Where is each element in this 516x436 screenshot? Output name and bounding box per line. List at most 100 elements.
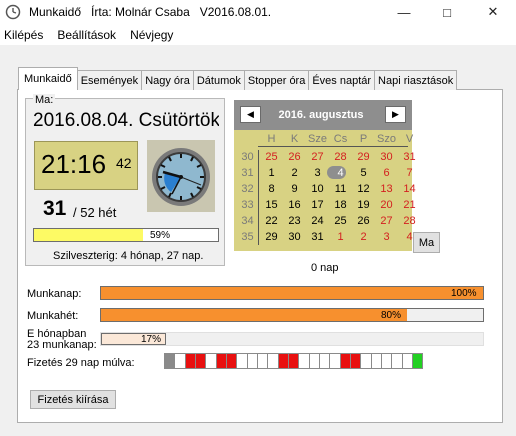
- new-year-countdown: Szilveszterig: 4 hónap, 27 nap.: [53, 250, 204, 262]
- calendar-day[interactable]: 4: [329, 167, 352, 179]
- digital-clock-time: 21:16: [41, 149, 107, 179]
- calendar-day[interactable]: 7: [398, 167, 421, 179]
- calendar-week-number: 30: [241, 151, 254, 163]
- month-progress-text: 17%: [141, 334, 162, 345]
- calendar-day[interactable]: 30: [283, 231, 306, 243]
- workday-progress-bar: 100%: [100, 286, 484, 300]
- menu-bar: Kilépés Beállítások Névjegy: [0, 24, 516, 45]
- workweek-label: Munkahét:: [27, 310, 79, 322]
- title-bar: Munkaidő Írta: Molnár Csaba V2016.08.01.…: [0, 0, 516, 24]
- minimize-button[interactable]: —: [384, 0, 424, 24]
- calendar-week-number: 34: [241, 215, 254, 227]
- workweek-progress-fill: [101, 309, 407, 321]
- tab-nagy-ora[interactable]: Nagy óra: [141, 70, 194, 90]
- calendar-day[interactable]: 6: [375, 167, 398, 179]
- calendar-day[interactable]: 16: [283, 199, 306, 211]
- menu-about[interactable]: Névjegy: [130, 28, 173, 42]
- calendar-day[interactable]: 24: [306, 215, 329, 227]
- app-icon: [5, 4, 21, 20]
- calendar-day[interactable]: 15: [260, 199, 283, 211]
- calendar-day[interactable]: 29: [260, 231, 283, 243]
- calendar-day[interactable]: 13: [375, 183, 398, 195]
- year-progress-fill: [34, 229, 143, 241]
- calendar-day[interactable]: 9: [283, 183, 306, 195]
- close-button[interactable]: ✕: [473, 0, 513, 24]
- menu-exit[interactable]: Kilépés: [4, 28, 43, 42]
- calendar-day[interactable]: 25: [260, 151, 283, 163]
- workday-progress-text: 100%: [451, 288, 477, 299]
- digital-clock-seconds: 42: [116, 155, 132, 171]
- calendar-day[interactable]: 28: [329, 151, 352, 163]
- calendar-week-number: 31: [241, 167, 254, 179]
- calendar-day[interactable]: 5: [352, 167, 375, 179]
- tab-esemenyek[interactable]: Események: [76, 70, 143, 90]
- calendar-day[interactable]: 27: [306, 151, 329, 163]
- week-number: 31: [43, 197, 67, 220]
- analog-clock-icon: [147, 140, 215, 212]
- calendar-day[interactable]: 17: [306, 199, 329, 211]
- window-title: Munkaidő Írta: Molnár Csaba V2016.08.01.: [29, 5, 272, 19]
- calendar-day[interactable]: 30: [375, 151, 398, 163]
- today-label: Ma:: [33, 94, 56, 106]
- tab-stopper-ora[interactable]: Stopper óra: [243, 70, 310, 90]
- today-button[interactable]: Ma: [413, 232, 440, 253]
- calendar-day[interactable]: 1: [260, 167, 283, 179]
- pay-print-button[interactable]: Fizetés kiírása: [30, 390, 116, 409]
- calendar-day[interactable]: 20: [375, 199, 398, 211]
- calendar-next-button[interactable]: ▶: [385, 106, 406, 123]
- calendar-day[interactable]: 23: [283, 215, 306, 227]
- calendar-day[interactable]: 19: [352, 199, 375, 211]
- calendar-day[interactable]: 12: [352, 183, 375, 195]
- calendar-day[interactable]: 31: [398, 151, 421, 163]
- calendar-day[interactable]: 26: [352, 215, 375, 227]
- calendar-day[interactable]: 31: [306, 231, 329, 243]
- calendar-weekday-header: Sze: [308, 133, 327, 145]
- workweek-progress-bar: 80%: [100, 308, 484, 322]
- month-label-line2: 23 munkanap:: [27, 339, 97, 351]
- calendar-weekday-header: K: [290, 133, 299, 145]
- calendar-day[interactable]: 25: [329, 215, 352, 227]
- calendar-day[interactable]: 1: [329, 231, 352, 243]
- year-progress-bar: 59%: [33, 228, 219, 242]
- payday-label: Fizetés 29 nap múlva:: [27, 357, 135, 369]
- calendar-day[interactable]: 22: [260, 215, 283, 227]
- calendar-day[interactable]: 27: [375, 215, 398, 227]
- current-date: 2016.08.04. Csütörtök: [33, 110, 219, 131]
- calendar-weekday-header: V: [405, 133, 414, 145]
- calendar-day[interactable]: 21: [398, 199, 421, 211]
- calendar-day[interactable]: 14: [398, 183, 421, 195]
- calendar-day[interactable]: 3: [306, 167, 329, 179]
- calendar-day[interactable]: 18: [329, 199, 352, 211]
- calendar-weekday-header: H: [267, 133, 276, 145]
- calendar-day[interactable]: 29: [352, 151, 375, 163]
- workweek-progress-text: 80%: [381, 310, 402, 321]
- calendar-day[interactable]: 26: [283, 151, 306, 163]
- calendar-day[interactable]: 2: [352, 231, 375, 243]
- menu-settings[interactable]: Beállítások: [57, 28, 116, 42]
- tab-datumok[interactable]: Dátumok: [192, 70, 245, 90]
- tab-eves-naptar[interactable]: Éves naptár: [308, 70, 376, 90]
- calendar-day[interactable]: 8: [260, 183, 283, 195]
- calendar-week-number: 35: [241, 231, 254, 243]
- payday-day-strip: [164, 353, 436, 369]
- week-total: / 52 hét: [73, 205, 117, 220]
- calendar-weekday-header: Cs: [333, 133, 348, 145]
- month-progress-bar: 17%: [100, 332, 484, 346]
- tab-strip: Munkaidő Események Nagy óra Dátumok Stop…: [18, 67, 458, 90]
- payday-day-cell: [411, 353, 424, 369]
- calendar-prev-button[interactable]: ◀: [240, 106, 261, 123]
- calendar-day[interactable]: 10: [306, 183, 329, 195]
- calendar-day[interactable]: 3: [375, 231, 398, 243]
- tab-napi-riasztasok[interactable]: Napi riasztások: [374, 70, 458, 90]
- calendar-day[interactable]: 11: [329, 183, 352, 195]
- calendar-day[interactable]: 28: [398, 215, 421, 227]
- calendar-week-number: 33: [241, 199, 254, 211]
- workday-label: Munkanap:: [27, 288, 82, 300]
- workday-progress-fill: [101, 287, 483, 299]
- days-diff-text: 0 nap: [311, 262, 339, 274]
- calendar-day[interactable]: 2: [283, 167, 306, 179]
- calendar-weekday-header: P: [359, 133, 368, 145]
- tab-munkaido[interactable]: Munkaidő: [18, 67, 78, 90]
- maximize-button[interactable]: □: [427, 0, 467, 24]
- calendar-divider: [258, 146, 408, 147]
